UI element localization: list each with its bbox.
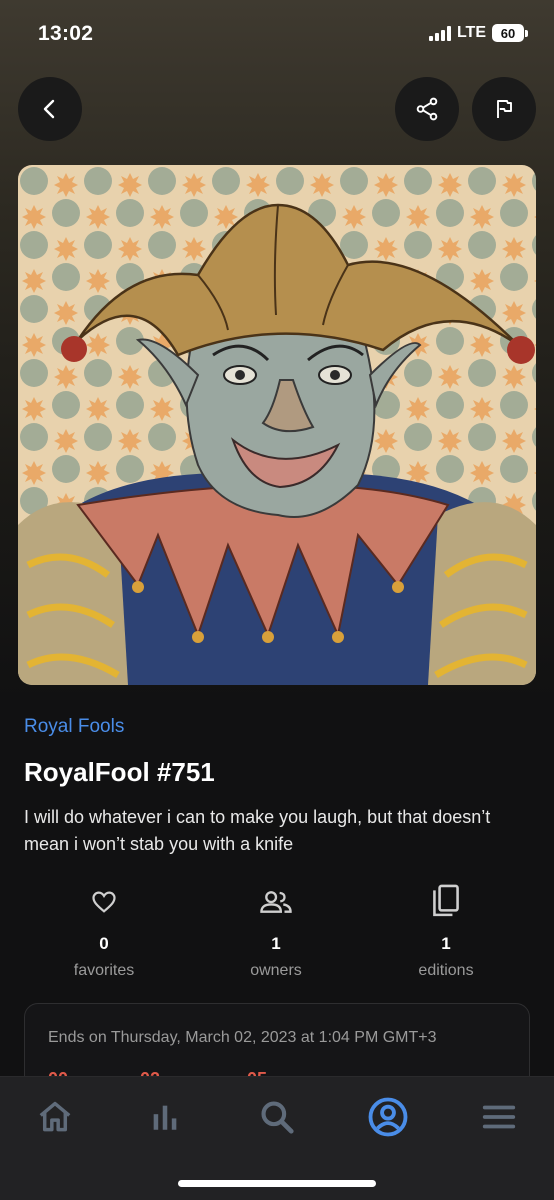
- tab-stats[interactable]: [135, 1087, 195, 1147]
- jester-portrait-image: [18, 165, 536, 685]
- status-bar: 13:02 LTE 60: [0, 0, 554, 68]
- tab-profile[interactable]: [358, 1087, 418, 1147]
- favorites-count: 0: [99, 934, 109, 953]
- collection-link[interactable]: Royal Fools: [24, 716, 124, 738]
- owners-count: 1: [271, 934, 281, 953]
- signal-icon: [428, 25, 451, 41]
- heart-icon: [92, 891, 116, 913]
- home-icon: [39, 1101, 71, 1132]
- flag-icon: [497, 100, 512, 118]
- home-indicator[interactable]: [178, 1180, 376, 1187]
- battery-icon: 60: [492, 24, 528, 42]
- tab-menu[interactable]: [469, 1087, 529, 1147]
- status-time: 13:02: [38, 22, 94, 45]
- battery-level: 60: [492, 24, 524, 42]
- chevron-left-icon: [43, 99, 55, 119]
- nft-description: I will do whatever i can to make you lau…: [24, 807, 491, 854]
- stat-editions[interactable]: 1 editions: [366, 880, 526, 980]
- bar-chart-icon: [153, 1105, 177, 1130]
- stat-owners[interactable]: 1 owners: [196, 880, 356, 980]
- profile-icon: [368, 1097, 408, 1137]
- back-button[interactable]: [18, 77, 82, 141]
- report-button[interactable]: [472, 77, 536, 141]
- stats-row: 0 favorites 1 owners 1 editions: [0, 880, 554, 980]
- status-indicators: LTE 60: [428, 24, 528, 42]
- users-icon: [260, 891, 292, 913]
- share-icon: [416, 97, 438, 121]
- stat-favorites[interactable]: 0 favorites: [24, 880, 184, 980]
- menu-icon: [482, 1105, 516, 1129]
- tab-home[interactable]: [25, 1087, 85, 1147]
- share-button[interactable]: [395, 77, 459, 141]
- network-label: LTE: [456, 24, 486, 41]
- tab-search[interactable]: [247, 1087, 307, 1147]
- nft-artwork[interactable]: [18, 165, 536, 685]
- copy-icon: [433, 884, 459, 917]
- favorites-label: favorites: [73, 962, 135, 979]
- search-icon: [261, 1101, 294, 1134]
- nft-title: RoyalFool #751: [24, 757, 215, 787]
- owners-label: owners: [250, 962, 302, 979]
- editions-label: editions: [418, 962, 474, 979]
- auction-end-date: Ends on Thursday, March 02, 2023 at 1:04…: [48, 1029, 437, 1046]
- editions-count: 1: [441, 934, 451, 953]
